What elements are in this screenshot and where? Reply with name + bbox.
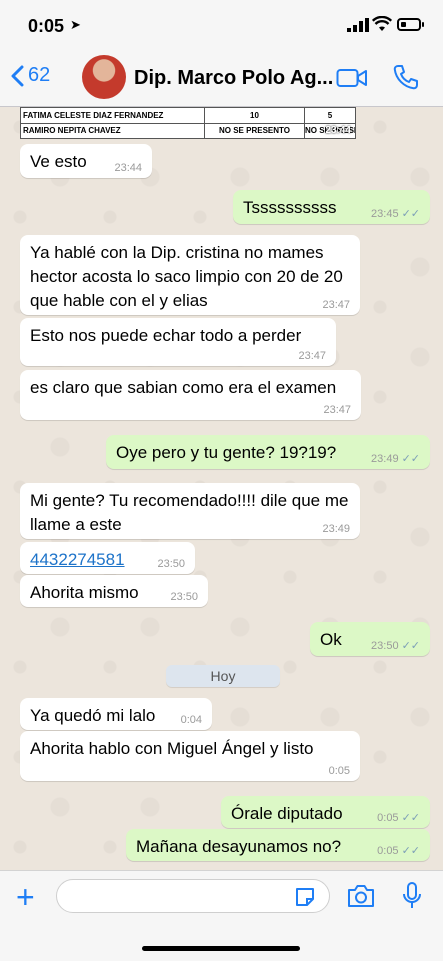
message-meta: 0:05 ✓✓ xyxy=(377,845,420,857)
double-check-icon: ✓✓ xyxy=(401,812,420,824)
message-time: 0:05 xyxy=(328,765,350,777)
day-separator: Hoy xyxy=(166,665,280,687)
location-arrow-icon: ➤ xyxy=(70,17,81,32)
message-time: 23:47 xyxy=(322,299,350,311)
wifi-icon xyxy=(372,16,392,31)
battery-icon xyxy=(397,18,421,31)
message-meta: 23:50 ✓✓ xyxy=(371,640,420,652)
message-text: Mañana desayunamos no? xyxy=(136,837,342,856)
message-time: 23:50 xyxy=(371,640,399,652)
message-time: 0:04 xyxy=(180,714,202,726)
message-text: Ahorita mismo xyxy=(30,583,139,602)
message-time: 23:49 xyxy=(371,453,399,465)
message-bubble-incoming[interactable]: Ve esto 23:44 xyxy=(20,144,152,178)
message-meta: 0:05 ✓✓ xyxy=(377,812,420,824)
message-time: 0:05 xyxy=(377,845,399,857)
microphone-icon[interactable] xyxy=(401,881,423,911)
document-cell: NO SE PRESENTO xyxy=(204,123,304,138)
message-time: 23:50 xyxy=(157,558,185,570)
input-bar: + xyxy=(0,870,443,961)
message-bubble-incoming[interactable]: Ya hablé con la Dip. cristina no mames h… xyxy=(20,235,360,315)
message-bubble-outgoing[interactable]: Mañana desayunamos no? 0:05 ✓✓ xyxy=(126,829,430,861)
message-bubble-outgoing[interactable]: Oye pero y tu gente? 19?19? 23:49 ✓✓ xyxy=(106,435,430,469)
document-cell: FATIMA CELESTE DIAZ FERNANDEZ xyxy=(23,111,164,120)
document-row: RAMIRO NEPITA CHAVEZ NO SE PRESENTO NO S… xyxy=(21,123,355,138)
message-input[interactable] xyxy=(56,879,330,913)
message-bubble-outgoing[interactable]: Órale diputado 0:05 ✓✓ xyxy=(221,796,430,828)
message-meta: 23:45 ✓✓ xyxy=(371,208,420,220)
message-time: 23:49 xyxy=(322,523,350,535)
chat-title[interactable]: Dip. Marco Polo Ag... xyxy=(134,67,333,90)
message-text: Ok xyxy=(320,630,342,649)
document-timestamp: 23:44 xyxy=(325,125,351,136)
phone-number-link[interactable]: 4432274581 xyxy=(30,550,125,569)
chat-header: 62 Dip. Marco Polo Ag... xyxy=(0,50,443,107)
message-text: Ahorita hablo con Miguel Ángel y listo xyxy=(30,739,314,758)
battery-tip xyxy=(422,22,424,27)
plus-icon[interactable]: + xyxy=(16,881,35,913)
message-bubble-incoming[interactable]: Ya quedó mi lalo 0:04 xyxy=(20,698,212,730)
message-time: 23:44 xyxy=(114,162,142,174)
status-time: 0:05 xyxy=(28,16,65,36)
document-cell: 5 xyxy=(304,108,355,123)
message-time: 23:50 xyxy=(170,591,198,603)
home-indicator[interactable] xyxy=(142,946,300,951)
message-text: Tssssssssss xyxy=(243,198,337,217)
sticker-icon[interactable] xyxy=(294,886,316,908)
double-check-icon: ✓✓ xyxy=(401,208,420,220)
avatar[interactable] xyxy=(82,55,126,99)
double-check-icon: ✓✓ xyxy=(401,845,420,857)
message-text: Mi gente? Tu recomendado!!!! dile que me… xyxy=(30,491,349,534)
message-time: 23:47 xyxy=(298,350,326,362)
message-bubble-incoming[interactable]: Mi gente? Tu recomendado!!!! dile que me… xyxy=(20,483,360,539)
message-text: Esto nos puede echar todo a perder xyxy=(30,326,302,345)
double-check-icon: ✓✓ xyxy=(401,640,420,652)
signal-icon xyxy=(347,18,369,32)
video-icon[interactable] xyxy=(336,67,368,89)
message-bubble-incoming[interactable]: 4432274581 23:50 xyxy=(20,542,195,574)
document-cell: 10 xyxy=(204,108,304,123)
message-bubble-outgoing[interactable]: Tssssssssss 23:45 ✓✓ xyxy=(233,190,430,224)
message-bubble-incoming[interactable]: es claro que sabian como era el examen 2… xyxy=(20,370,361,420)
camera-icon[interactable] xyxy=(346,883,376,909)
message-bubble-incoming[interactable]: Esto nos puede echar todo a perder 23:47 xyxy=(20,318,336,366)
message-time: 23:45 xyxy=(371,208,399,220)
unread-count: 62 xyxy=(28,64,51,86)
chat-area[interactable]: FATIMA CELESTE DIAZ FERNANDEZ 10 5 RAMIR… xyxy=(0,107,443,870)
message-bubble-outgoing[interactable]: Ok 23:50 ✓✓ xyxy=(310,622,430,656)
message-text: Ya quedó mi lalo xyxy=(30,706,156,725)
message-text: Ya hablé con la Dip. cristina no mames h… xyxy=(30,243,343,310)
message-time: 23:47 xyxy=(323,404,351,416)
chevron-left-icon xyxy=(11,65,24,86)
double-check-icon: ✓✓ xyxy=(401,453,420,465)
document-row: FATIMA CELESTE DIAZ FERNANDEZ 10 5 xyxy=(21,108,355,124)
message-text: es claro que sabian como era el examen xyxy=(30,378,337,397)
message-bubble-incoming[interactable]: Ahorita hablo con Miguel Ángel y listo 0… xyxy=(20,731,360,781)
document-cell: RAMIRO NEPITA CHAVEZ xyxy=(23,126,121,135)
phone-icon[interactable] xyxy=(392,63,420,91)
shared-document-image[interactable]: FATIMA CELESTE DIAZ FERNANDEZ 10 5 RAMIR… xyxy=(20,107,356,139)
message-time: 0:05 xyxy=(377,812,399,824)
message-text: Órale diputado xyxy=(231,804,343,823)
message-text: Oye pero y tu gente? 19?19? xyxy=(116,443,337,462)
status-bar: 0:05 ➤ xyxy=(0,0,443,50)
back-button[interactable]: 62 xyxy=(10,64,50,87)
message-text: Ve esto xyxy=(30,152,87,171)
message-bubble-incoming[interactable]: Ahorita mismo 23:50 xyxy=(20,575,208,607)
message-meta: 23:49 ✓✓ xyxy=(371,453,420,465)
